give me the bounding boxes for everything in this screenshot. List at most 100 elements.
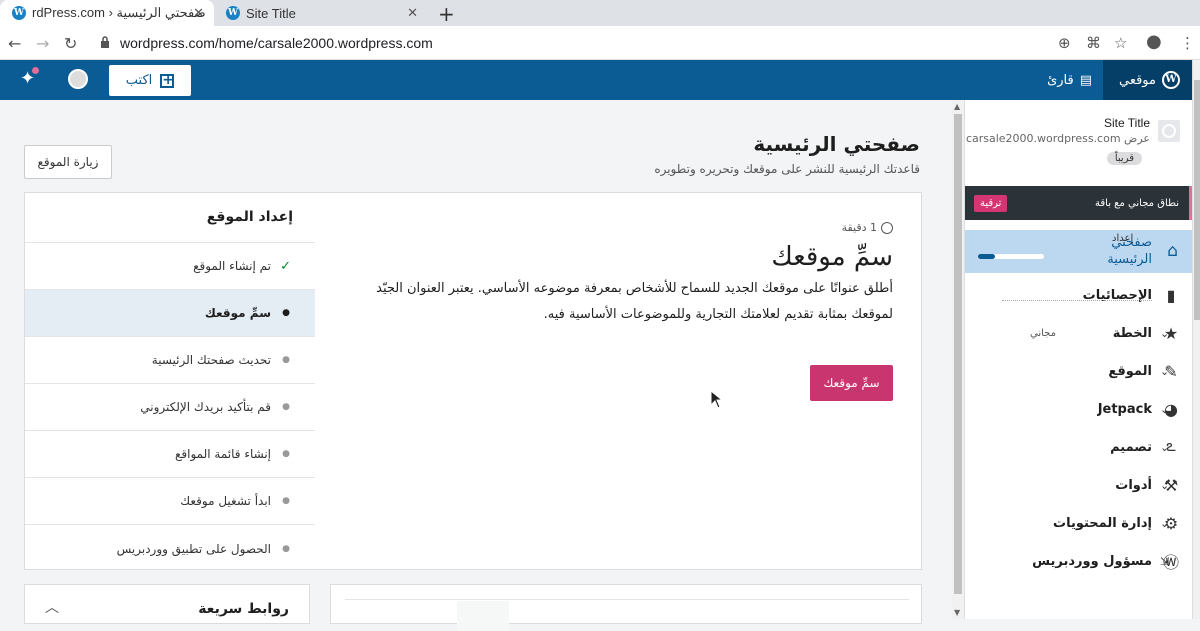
checklist-task[interactable]: ● سمِّ موقعك <box>25 290 315 337</box>
task-duration: 1 دقيقة <box>333 221 893 234</box>
avatar[interactable] <box>68 69 88 89</box>
clock-icon <box>881 221 893 234</box>
quick-links-card[interactable]: روابط سريعة ︿ <box>24 584 310 624</box>
task-label: الحصول على تطبيق ووردبريس <box>116 541 271 556</box>
reader-icon: ▤ <box>1079 72 1092 88</box>
checklist-task[interactable]: ✓ تم إنشاء الموقع <box>25 243 315 290</box>
window-scrollbar[interactable] <box>1192 60 1200 619</box>
external-link-icon: ⇲ <box>1160 554 1170 568</box>
setup-progress-bar <box>978 254 1044 259</box>
install-icon[interactable]: ⊕ <box>1058 34 1071 52</box>
new-tab-icon[interactable]: + <box>438 2 455 26</box>
sidebar-item-home[interactable]: ⌂ صفحتي الرئيسية إعداد <box>965 230 1192 273</box>
checklist-task[interactable]: ● تحديث صفحتك الرئيسية <box>25 337 315 384</box>
bullet-icon: ● <box>282 543 290 554</box>
back-icon[interactable]: ← <box>8 34 21 53</box>
reader-button[interactable]: قارئ ▤ <box>1047 60 1092 100</box>
sidebar-item-design[interactable]: ఽ تصميم ⌄ <box>965 428 1192 466</box>
placeholder-block <box>457 601 509 631</box>
checklist-task[interactable]: ● ابدأ تشغيل موقعك <box>25 478 315 525</box>
reload-icon[interactable]: ↻ <box>64 34 77 53</box>
sidebar-scrollbar[interactable]: ▲ ▼ <box>952 100 964 619</box>
upgrade-text: نطاق مجاني مع باقة <box>1095 197 1179 209</box>
masterbar: موقعي W قارئ ▤ اكتب + ✦ <box>0 60 1192 100</box>
chevron-up-icon[interactable]: ︿ <box>45 597 59 617</box>
visit-site-button[interactable]: زيارة الموقع <box>24 145 112 179</box>
sidebar-item-label: أدوات <box>1115 477 1152 493</box>
name-site-button[interactable]: سمِّ موقعك <box>810 365 893 401</box>
site-card[interactable]: Site Title عرض carsale2000.wordpress.com… <box>965 100 1192 182</box>
duration-text: 1 دقيقة <box>841 221 877 234</box>
checklist-task[interactable]: ● الحصول على تطبيق ووردبريس <box>25 525 315 572</box>
browser-tab[interactable]: W Site Title ✕ <box>214 0 428 26</box>
site-globe-icon <box>1158 120 1180 142</box>
notification-dot <box>32 67 39 74</box>
wordpress-icon: W <box>12 6 26 20</box>
task-label: قم بتأكيد بريدك الإلكتروني <box>140 400 271 414</box>
sidebar-item-tools[interactable]: ⚒ أدوات ⌄ <box>965 466 1192 504</box>
task-label: سمِّ موقعك <box>204 306 271 320</box>
browser-tab-title: Site Title <box>246 5 296 21</box>
chevron-down-icon: ⌄ <box>1160 364 1170 378</box>
close-icon[interactable]: ✕ <box>193 5 204 21</box>
bullet-icon: ● <box>282 355 290 365</box>
menu-dots-icon[interactable]: ⋮ <box>1180 34 1195 52</box>
sidebar-item-jetpack[interactable]: ◕ Jetpack ⌄ <box>965 390 1192 428</box>
browser-tab-strip: W صفحتي الرئيسية ‹ rdPress.com ✕ W Site … <box>0 0 1200 26</box>
checklist-task[interactable]: ● إنشاء قائمة المواقع <box>25 431 315 478</box>
setup-checklist: إعداد الموقع ✓ تم إنشاء الموقع ● سمِّ موقع… <box>24 193 315 569</box>
write-label: اكتب <box>125 73 153 88</box>
page-subtitle: قاعدتك الرئيسية للنشر على موقعك وتحريره … <box>654 162 920 176</box>
my-sites-label: موقعي <box>1118 72 1156 88</box>
sidebar-item-label: تصميم <box>1110 439 1152 455</box>
sidebar-item-site[interactable]: ✎ الموقع ⌄ <box>965 352 1192 390</box>
write-plus-icon: + <box>160 71 175 88</box>
status-badge: قريباً <box>1106 152 1142 165</box>
bullet-icon: ● <box>282 449 290 459</box>
bullet-icon: ● <box>282 496 290 506</box>
write-button[interactable]: اكتب + <box>109 65 191 96</box>
sidebar-item-stats[interactable]: ▮ الإحصائيات <box>965 276 1192 314</box>
plan-badge: مجاني <box>1030 327 1056 339</box>
bookmark-star-icon[interactable]: ☆ <box>1114 34 1127 52</box>
site-setup-card: إعداد الموقع ✓ تم إنشاء الموقع ● سمِّ موقع… <box>24 192 922 570</box>
url-input[interactable]: wordpress.com/home/carsale2000.wordpress… <box>120 35 433 51</box>
checklist-title: إعداد الموقع <box>25 193 315 243</box>
site-title: Site Title <box>1103 116 1150 130</box>
profile-icon[interactable]: ● <box>1146 31 1162 52</box>
task-detail: 1 دقيقة سمِّ موقعك أطلق عنوانًا على موقع… <box>333 221 893 328</box>
close-icon[interactable]: ✕ <box>407 5 418 21</box>
bullet-icon: ● <box>282 402 290 412</box>
checklist-task[interactable]: ● قم بتأكيد بريدك الإلكتروني <box>25 384 315 431</box>
setup-label: إعداد <box>1112 233 1134 244</box>
sidebar-item-label: مسؤول ووردبريس <box>1032 553 1152 569</box>
sidebar-item-manage[interactable]: ⚙ إدارة المحتويات ⌄ <box>965 504 1192 542</box>
task-label: تم إنشاء الموقع <box>193 259 271 273</box>
quick-links-title: روابط سريعة <box>198 601 289 617</box>
sidebar-item-plan[interactable]: ★ الخطة مجاني ⌄ <box>965 314 1192 352</box>
my-sites-button[interactable]: موقعي W <box>1103 60 1192 100</box>
chevron-down-icon: ⌄ <box>1160 440 1170 454</box>
address-bar: ← → ↻ wordpress.com/home/carsale2000.wor… <box>0 26 1200 60</box>
chevron-down-icon: ⌄ <box>1160 478 1170 492</box>
mouse-cursor-icon <box>710 390 724 409</box>
sidebar-item-label: الخطة <box>1112 325 1152 341</box>
wordpress-icon: W <box>1162 71 1180 89</box>
browser-tab-active[interactable]: W صفحتي الرئيسية ‹ rdPress.com ✕ <box>0 0 214 26</box>
check-icon: ✓ <box>280 258 291 274</box>
task-label: إنشاء قائمة المواقع <box>175 447 271 461</box>
sidebar-item-label: الموقع <box>1108 363 1152 379</box>
task-heading: سمِّ موقعك <box>771 242 893 272</box>
translate-icon[interactable]: ⌘ <box>1086 34 1101 52</box>
upgrade-button[interactable]: ترقية <box>974 194 1008 212</box>
forward-icon[interactable]: → <box>36 34 49 53</box>
sidebar-item-wp-admin[interactable]: Ⓦ مسؤول ووردبريس ⇲ <box>965 542 1192 580</box>
chevron-down-icon: ⌄ <box>1160 326 1170 340</box>
upgrade-nudge[interactable]: نطاق مجاني مع باقة ترقية <box>965 186 1192 220</box>
site-url[interactable]: عرض carsale2000.wordpress.com <box>965 132 1150 145</box>
secondary-card <box>330 584 922 631</box>
main-content: صفحتي الرئيسية قاعدتك الرئيسية للنشر على… <box>0 100 952 631</box>
task-description: أطلق عنوانًا على موقعك الجديد للسماح للأ… <box>376 281 893 322</box>
chevron-down-icon: ⌄ <box>1160 516 1170 530</box>
sidebar-item-label: إدارة المحتويات <box>1053 515 1152 531</box>
